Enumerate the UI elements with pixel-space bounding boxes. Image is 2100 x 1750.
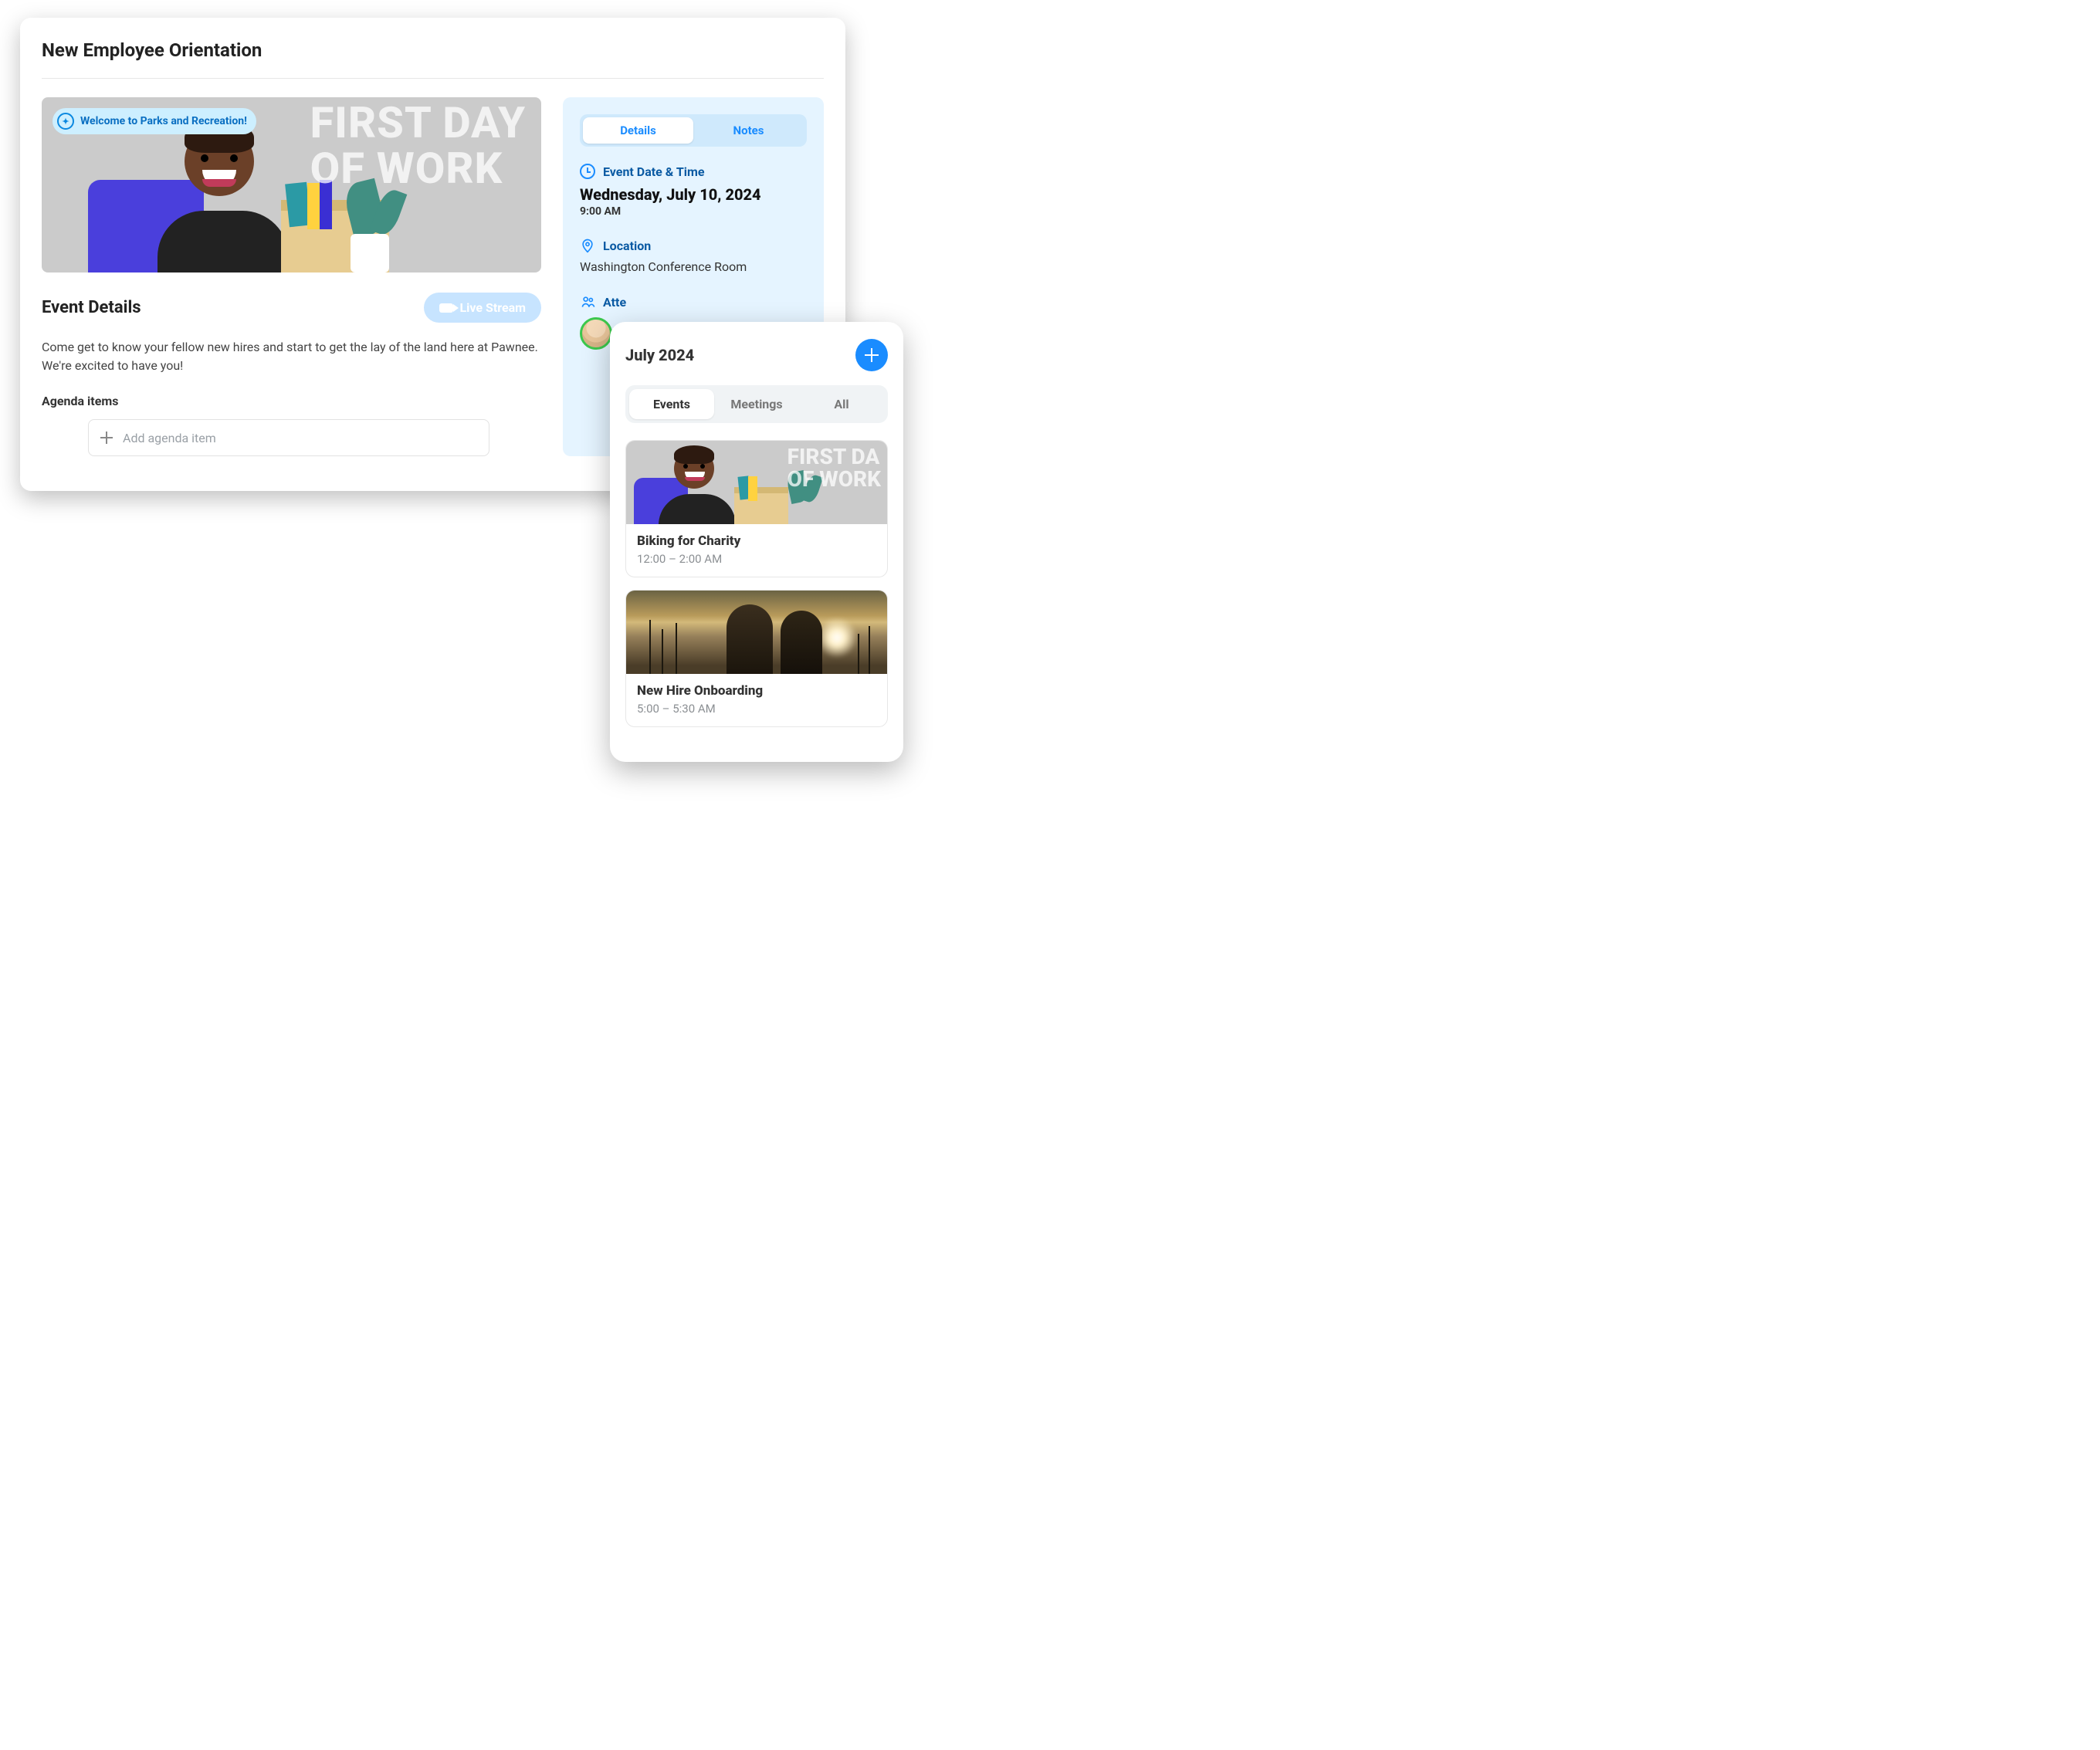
illustration-pot — [351, 234, 389, 272]
hero-tag-pill[interactable]: ✦ Welcome to Parks and Recreation! — [52, 108, 256, 134]
card-hero-text: FIRST DA OF WORK — [788, 445, 881, 491]
location-pin-icon — [580, 238, 595, 253]
page-title: New Employee Orientation — [42, 39, 824, 61]
datetime-label: Event Date & Time — [603, 164, 705, 179]
illustration-person — [727, 604, 773, 674]
event-date: Wednesday, July 10, 2024 — [580, 185, 807, 204]
hero-overlay-line2: OF WORK — [310, 146, 526, 191]
event-description: Come get to know your fellow new hires a… — [42, 338, 541, 375]
hero-pill-label: Welcome to Parks and Recreation! — [80, 115, 247, 127]
illustration-shirt — [158, 211, 289, 272]
illustration-eye — [700, 464, 705, 469]
illustration-reed — [662, 629, 663, 674]
event-card-image: FIRST DA OF WORK — [626, 441, 887, 524]
event-card[interactable]: New Hire Onboarding 5:00 – 5:30 AM — [625, 590, 888, 727]
illustration-eye — [201, 154, 208, 162]
illustration-eye — [683, 464, 688, 469]
illustration-mouth — [685, 472, 705, 481]
hero-overlay-line1: FIRST DAY — [310, 100, 526, 146]
event-details-heading: Event Details — [42, 298, 141, 317]
illustration-mouth — [202, 170, 236, 187]
tab-meetings[interactable]: Meetings — [714, 389, 799, 419]
attendees-icon — [580, 294, 595, 310]
clock-icon — [580, 164, 595, 179]
event-time: 9:00 AM — [580, 205, 807, 218]
illustration-sun — [818, 618, 856, 657]
tab-events[interactable]: Events — [629, 389, 714, 419]
event-card-time: 12:00 – 2:00 AM — [637, 552, 876, 566]
illustration-reed — [649, 620, 651, 674]
illustration-reed — [869, 626, 870, 674]
illustration-book — [748, 476, 757, 501]
illustration-reed — [858, 634, 859, 674]
mobile-tabs: Events Meetings All — [625, 385, 888, 423]
plus-icon — [865, 348, 879, 362]
tab-all[interactable]: All — [799, 389, 884, 419]
live-stream-button[interactable]: Live Stream — [424, 293, 541, 323]
card-hero-line2: OF WORK — [788, 468, 881, 490]
illustration-eye — [230, 154, 238, 162]
org-logo-icon: ✦ — [57, 113, 74, 130]
tab-notes[interactable]: Notes — [693, 117, 804, 144]
divider — [42, 78, 824, 79]
event-card-title: New Hire Onboarding — [637, 683, 876, 699]
mobile-events-panel: July 2024 Events Meetings All — [610, 322, 903, 762]
plus-icon — [100, 431, 113, 445]
details-notes-tabs: Details Notes — [580, 114, 807, 147]
add-event-button[interactable] — [855, 339, 888, 371]
tab-details[interactable]: Details — [583, 117, 693, 144]
month-title: July 2024 — [625, 346, 694, 364]
add-agenda-item-input[interactable]: Add agenda item — [88, 419, 489, 456]
attendee-avatar[interactable] — [580, 317, 612, 350]
event-card-image — [626, 591, 887, 674]
event-card-title: Biking for Charity — [637, 533, 876, 549]
illustration-hair — [674, 445, 714, 464]
agenda-heading: Agenda items — [42, 394, 541, 408]
illustration-person — [781, 611, 822, 674]
event-hero-image: FIRST DAY OF WORK ✦ Welcome to Parks and… — [42, 97, 541, 272]
video-camera-icon — [439, 303, 453, 313]
illustration-reed — [676, 623, 677, 674]
event-card[interactable]: FIRST DA OF WORK Biking for Charity 12:0… — [625, 440, 888, 577]
hero-overlay-text: FIRST DAY OF WORK — [310, 100, 526, 191]
card-hero-line1: FIRST DA — [788, 445, 881, 468]
agenda-placeholder: Add agenda item — [123, 431, 216, 445]
live-stream-label: Live Stream — [459, 300, 526, 315]
attendees-label-partial: Atte — [603, 295, 626, 310]
event-card-time: 5:00 – 5:30 AM — [637, 702, 876, 716]
event-location: Washington Conference Room — [580, 259, 807, 274]
location-label: Location — [603, 239, 651, 253]
